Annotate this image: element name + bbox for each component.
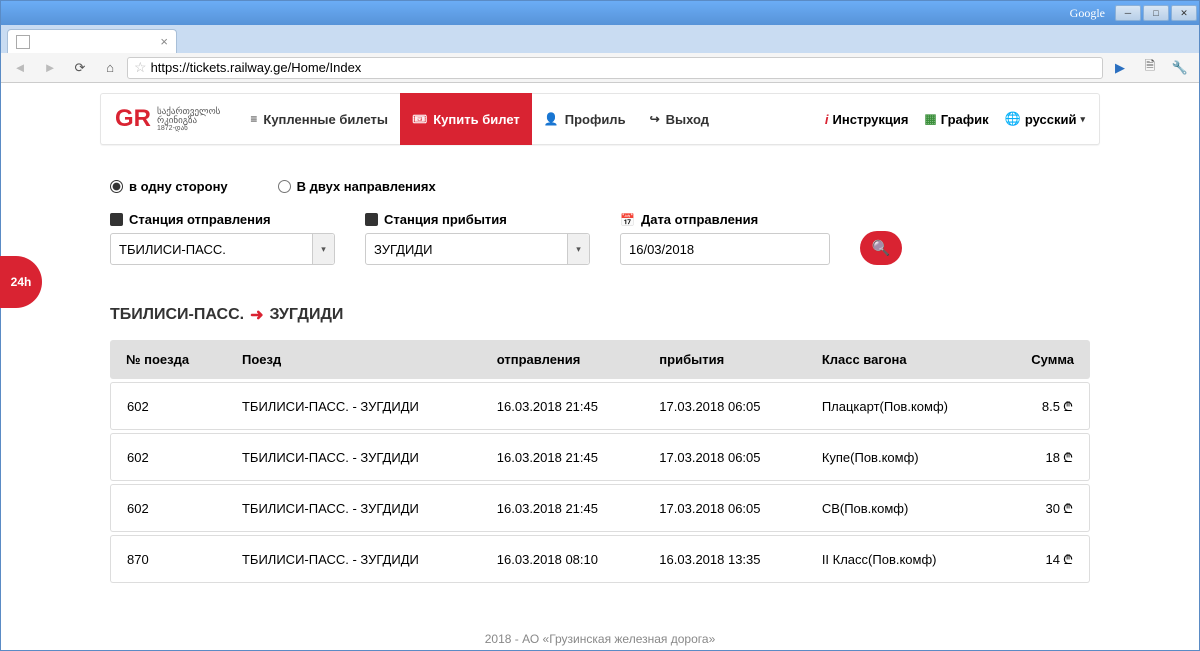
nav-instruction[interactable]: i Инструкция	[825, 112, 909, 127]
table-row[interactable]: 602ТБИЛИСИ-ПАСС. - ЗУГДИДИ16.03.2018 21:…	[110, 382, 1090, 430]
site-navbar: GR საქართველოს რკინიგზა 1872-დან ≡ Купле…	[100, 93, 1100, 145]
wrench-icon[interactable]: 🔧	[1167, 57, 1193, 79]
user-icon: 👤	[544, 112, 559, 126]
to-label: Станция прибытия	[365, 212, 590, 227]
nav-buy-ticket[interactable]: 🎟 Купить билет	[400, 93, 532, 145]
logo[interactable]: GR საქართველოს რკინიგზა 1872-დან	[115, 105, 220, 133]
col-train: Поезд	[226, 340, 481, 379]
home-button[interactable]: ⌂	[97, 57, 123, 79]
col-dep: отправления	[481, 340, 644, 379]
info-icon: i	[825, 112, 829, 127]
close-tab-icon[interactable]: ×	[160, 34, 168, 49]
arrow-right-icon: ➜	[250, 305, 263, 325]
url-input[interactable]	[151, 60, 1096, 75]
google-label: Google	[1070, 6, 1105, 21]
table-row[interactable]: 870ТБИЛИСИ-ПАСС. - ЗУГДИДИ16.03.2018 08:…	[110, 535, 1090, 583]
play-icon[interactable]: ▶	[1107, 57, 1133, 79]
date-label: Дата отправления	[620, 212, 830, 227]
page-footer: 2018 - АО «Грузинская железная дорога»	[100, 626, 1100, 650]
search-button[interactable]: 🔍	[860, 231, 902, 265]
calendar-icon	[620, 212, 635, 227]
date-input[interactable]: 16/03/2018	[620, 233, 830, 265]
train-icon	[110, 213, 123, 226]
nav-language[interactable]: 🌐 русский ▾	[1005, 111, 1085, 127]
globe-icon: 🌐	[1005, 111, 1021, 127]
page-content: GR საქართველოს რკინიგზა 1872-დან ≡ Купле…	[1, 83, 1199, 650]
ticket-icon: 🎟	[412, 112, 427, 126]
back-button[interactable]: ◄	[7, 57, 33, 79]
close-window-button[interactable]: ✕	[1171, 5, 1197, 21]
calendar-icon: ▦	[924, 111, 936, 127]
results-panel: ТБИЛИСИ-ПАСС. ➜ ЗУГДИДИ № поезда Поезд о…	[100, 305, 1100, 586]
search-icon: 🔍	[872, 239, 891, 257]
table-row[interactable]: 602ТБИЛИСИ-ПАСС. - ЗУГДИДИ16.03.2018 21:…	[110, 484, 1090, 532]
table-row[interactable]: 602ТБИЛИСИ-ПАСС. - ЗУГДИДИ16.03.2018 21:…	[110, 433, 1090, 481]
radio-round-trip[interactable]: В двух направлениях	[278, 179, 436, 194]
forward-button[interactable]: ►	[37, 57, 63, 79]
url-bar[interactable]: ☆	[127, 57, 1103, 79]
logo-gr: GR	[115, 105, 151, 133]
browser-window: Google ─ □ ✕ × ◄ ► ⟳ ⌂ ☆ ▶ 🗎 🔧 GR	[0, 0, 1200, 651]
nav-profile[interactable]: 👤 Профиль	[532, 93, 638, 145]
bookmark-icon[interactable]: ☆	[134, 59, 147, 76]
to-select[interactable]: ЗУГДИДИ ▾	[365, 233, 590, 265]
train-icon	[365, 213, 378, 226]
window-title-bar: Google ─ □ ✕	[1, 1, 1199, 25]
page-menu-icon[interactable]: 🗎	[1137, 57, 1163, 79]
results-table: № поезда Поезд отправления прибытия Клас…	[110, 337, 1090, 586]
nav-schedule[interactable]: ▦ График	[924, 111, 988, 127]
reload-button[interactable]: ⟳	[67, 57, 93, 79]
col-num: № поезда	[110, 340, 226, 379]
logout-icon: ↪	[650, 112, 660, 126]
maximize-button[interactable]: □	[1143, 5, 1169, 21]
list-icon: ≡	[250, 112, 257, 126]
col-sum: Сумма	[999, 340, 1090, 379]
from-select[interactable]: ТБИЛИСИ-ПАСС. ▾	[110, 233, 335, 265]
page-icon	[16, 35, 30, 49]
chevron-down-icon: ▾	[312, 234, 334, 264]
chevron-down-icon: ▾	[1080, 114, 1085, 125]
browser-toolbar: ◄ ► ⟳ ⌂ ☆ ▶ 🗎 🔧	[1, 53, 1199, 83]
tab-strip: ×	[1, 25, 1199, 53]
nav-logout[interactable]: ↪ Выход	[638, 93, 721, 145]
minimize-button[interactable]: ─	[1115, 5, 1141, 21]
browser-tab[interactable]: ×	[7, 29, 177, 53]
search-panel: в одну сторону В двух направлениях Станц…	[100, 179, 1100, 265]
chevron-down-icon: ▾	[567, 234, 589, 264]
col-class: Класс вагона	[806, 340, 999, 379]
nav-my-tickets[interactable]: ≡ Купленные билеты	[238, 93, 400, 145]
route-title: ТБИЛИСИ-ПАСС. ➜ ЗУГДИДИ	[110, 305, 1090, 325]
radio-one-way[interactable]: в одну сторону	[110, 179, 228, 194]
from-label: Станция отправления	[110, 212, 335, 227]
col-arr: прибытия	[643, 340, 806, 379]
